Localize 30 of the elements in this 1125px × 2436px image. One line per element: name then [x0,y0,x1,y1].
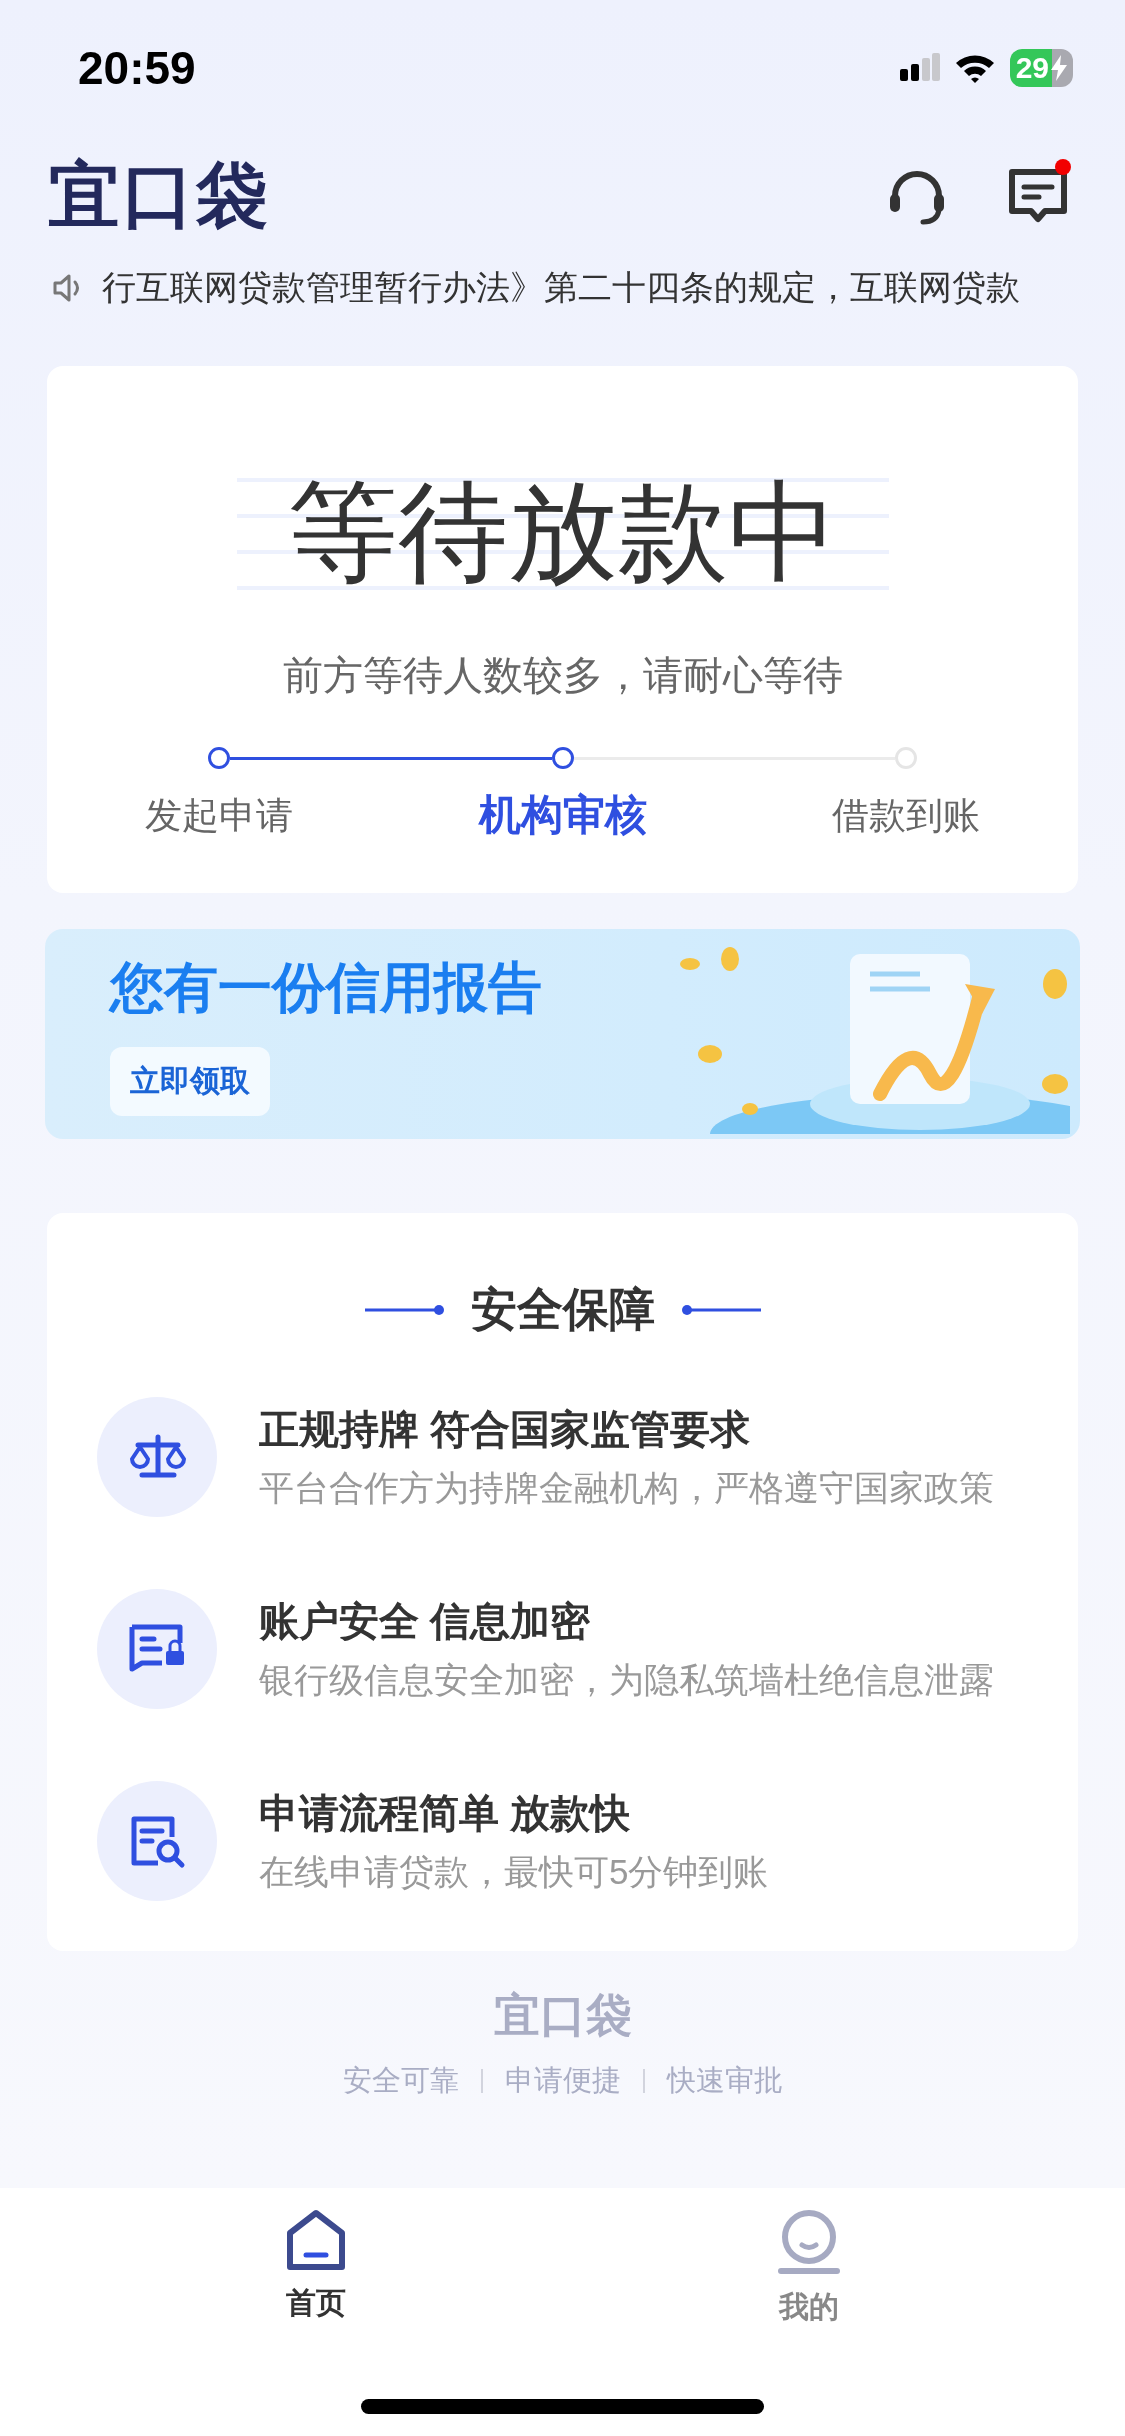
feature-description: 在线申请贷款，最快可5分钟到账 [259,1851,769,1893]
banner-title: 您有一份信用报告 [110,956,543,1019]
signal-icon [899,53,940,83]
slogan-text: 快速审批 [666,2063,783,2098]
message-icon[interactable] [1007,167,1069,225]
credit-report-banner[interactable]: 您有一份信用报告 立即领取 [45,929,1080,1139]
feature-description: 银行级信息安全加密，为隐私筑墙杜绝信息泄露 [259,1659,994,1701]
charging-bolt-icon [1051,55,1067,81]
slogan-text: 安全可靠 [342,2063,459,2098]
section-title: 安全保障 [470,1282,655,1337]
status-title: 等待放款中 [287,470,838,592]
app-logo: 宜口袋 [48,154,271,237]
step-label: 发起申请 [144,794,293,838]
feature-title: 正规持牌 符合国家监管要求 [259,1406,752,1453]
tab-item[interactable]: 首页 [216,2208,417,2329]
step-label: 借款到账 [832,794,981,838]
tab-item[interactable]: 我的 [708,2208,909,2329]
notice-text: 行互联网贷款管理暂行办法》第二十四条的规定，互联网贷款 [102,267,1020,308]
status-subtitle: 前方等待人数较多，请耐心等待 [282,652,843,699]
feature-title: 申请流程简单 放款快 [259,1790,632,1837]
clock-time: 20:59 [78,41,196,95]
step-label: 机构审核 [478,790,647,840]
feature-description: 平台合作方为持牌金融机构，严格遵守国家政策 [259,1467,994,1509]
profile-icon [777,2209,840,2275]
slogan-text: 申请便捷 [504,2063,621,2098]
home-icon [286,2209,347,2271]
claim-button[interactable]: 立即领取 [110,1047,270,1116]
feature-title: 账户安全 信息加密 [259,1598,592,1645]
battery-level: 29 [1009,49,1073,87]
footer-logo: 宜口袋 [493,1988,632,2043]
